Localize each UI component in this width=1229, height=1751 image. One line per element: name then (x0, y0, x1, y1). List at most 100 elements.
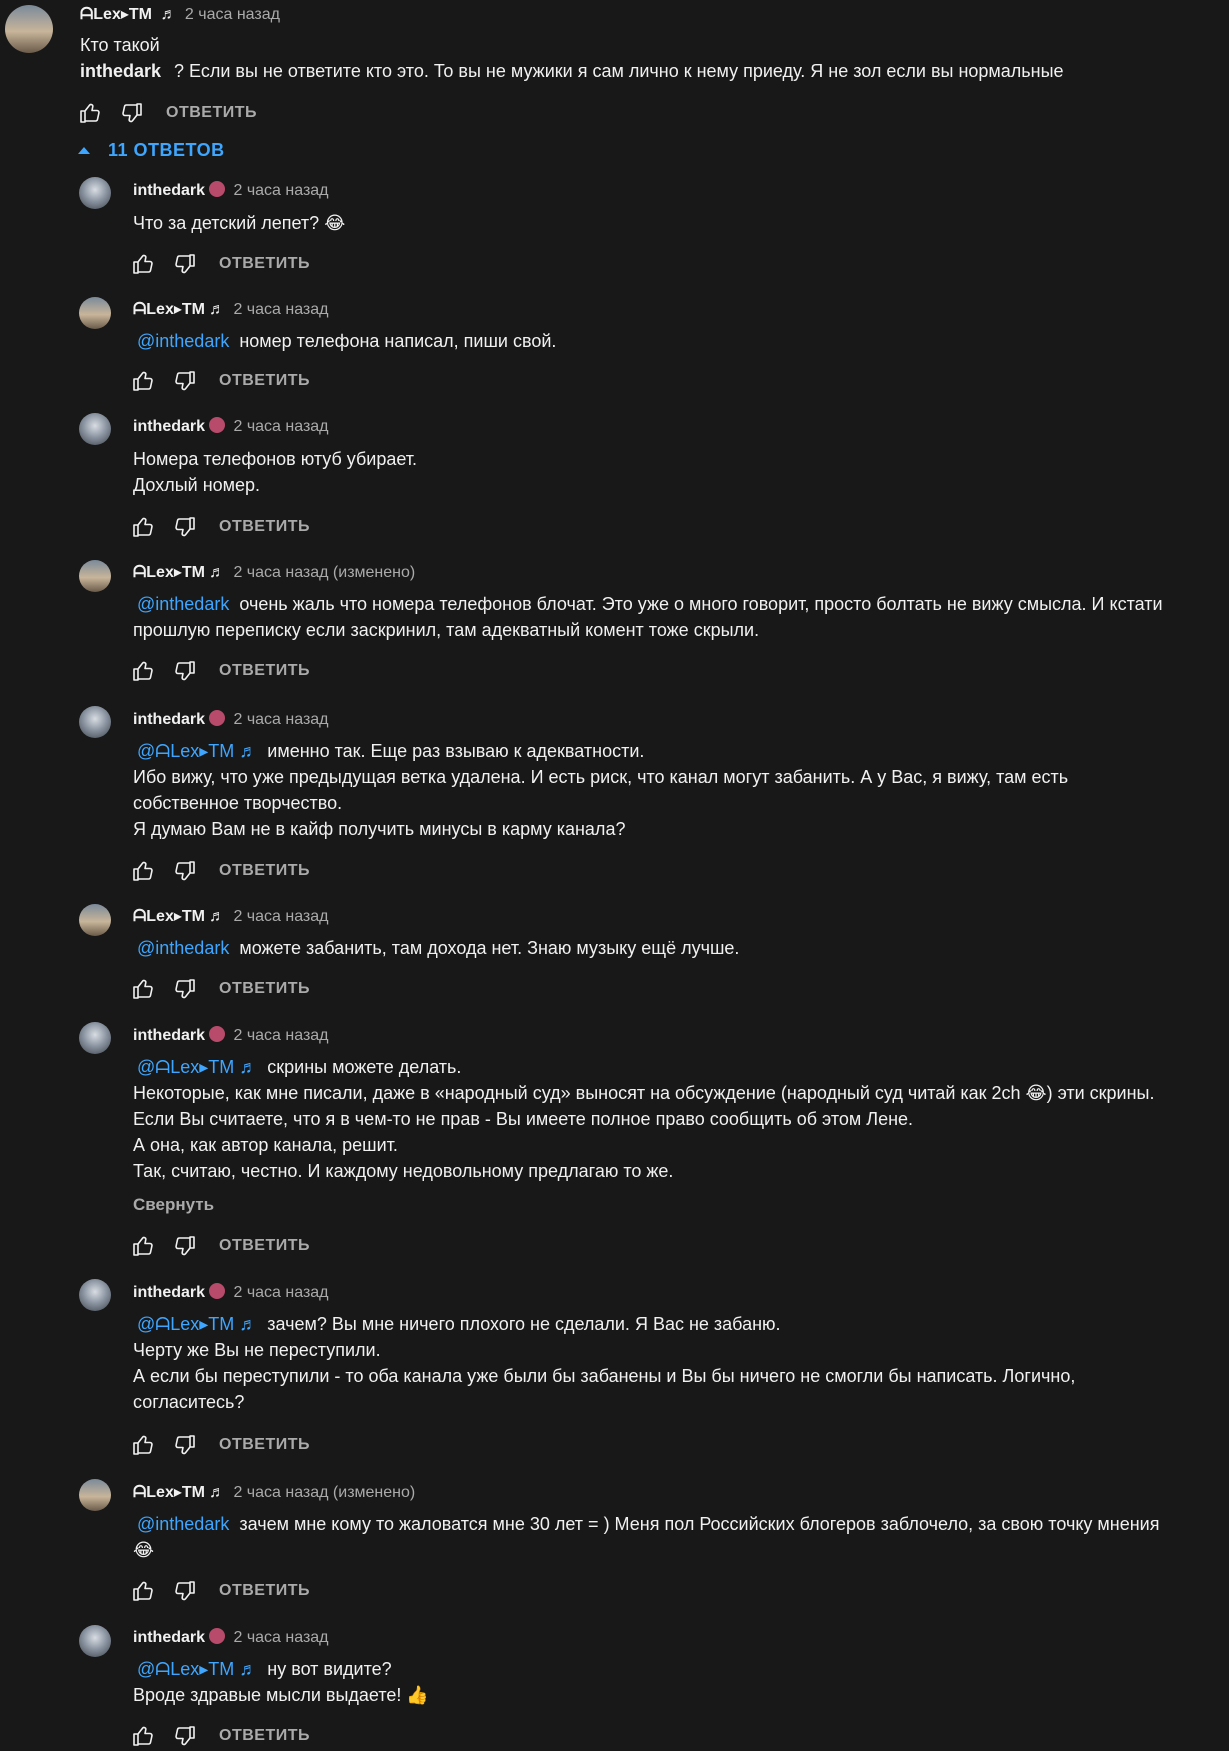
mention-link[interactable]: @ᗩLex▸TM ♬ (137, 741, 257, 761)
thumbs-down-icon[interactable] (173, 1579, 197, 1603)
mention-link[interactable]: @inthedark (137, 1514, 229, 1534)
reply-author[interactable]: ᗩLex▸TM (133, 564, 205, 581)
reply-button[interactable]: ОТВЕТИТЬ (219, 980, 310, 998)
flower-badge-icon (209, 417, 226, 433)
replies-toggle[interactable]: 11 ОТВЕТОВ (78, 140, 225, 161)
comment-time[interactable]: 2 часа назад (185, 6, 280, 23)
reply-time[interactable]: 2 часа назад (233, 301, 328, 318)
mention-link[interactable]: @inthedark (137, 938, 229, 958)
thumbs-up-icon[interactable] (131, 515, 155, 539)
mention-link[interactable]: @inthedark (137, 331, 229, 351)
reply-text: @inthedark очень жаль что номера телефоно… (133, 591, 1163, 643)
reply-line: Так, считаю, честно. И каждому недовольн… (133, 1161, 674, 1181)
mention-link[interactable]: @ᗩLex▸TM ♬ (137, 1057, 257, 1077)
reply-time[interactable]: 2 часа назад (233, 1629, 328, 1646)
reply-line: очень жаль что номера телефонов блочат. … (239, 594, 1163, 614)
reply-text: @ᗩLex▸TM ♬ ну вот видите? Вроде здравые м… (133, 1656, 429, 1708)
mention-link[interactable]: @inthedark (137, 594, 229, 614)
mention-link[interactable]: inthedark (80, 61, 161, 81)
thumbs-down-icon[interactable] (173, 1433, 197, 1457)
reply-time[interactable]: 2 часа назад (изменено) (233, 1484, 415, 1501)
reply-line: Некоторые, как мне писали, даже в «народ… (133, 1083, 1155, 1103)
reply-line: Вроде здравые мысли выдаете! 👍 (133, 1685, 429, 1705)
reply-button[interactable]: ОТВЕТИТЬ (219, 1582, 310, 1600)
reply-actions: ОТВЕТИТЬ (131, 656, 310, 686)
thumbs-down-icon[interactable] (173, 1234, 197, 1258)
comment-actions: ОТВЕТИТЬ (78, 98, 257, 128)
reply-author[interactable]: inthedark (133, 182, 205, 199)
comment-author[interactable]: ᗩLex▸TM (80, 6, 152, 23)
avatar[interactable] (79, 297, 111, 329)
thumbs-down-icon[interactable] (173, 515, 197, 539)
reply-line: согласитесь? (133, 1392, 245, 1412)
thumbs-up-icon[interactable] (131, 1724, 155, 1748)
reply-button[interactable]: ОТВЕТИТЬ (219, 862, 310, 880)
reply-line: А она, как автор канала, решит. (133, 1135, 398, 1155)
thumbs-up-icon[interactable] (131, 859, 155, 883)
reply-button[interactable]: ОТВЕТИТЬ (219, 1436, 310, 1454)
collapse-link[interactable]: Свернуть (133, 1195, 214, 1215)
reply-line: номер телефона написал, пиши свой. (239, 331, 557, 351)
reply-time[interactable]: 2 часа назад (233, 1027, 328, 1044)
thumbs-down-icon[interactable] (173, 252, 197, 276)
thumbs-down-icon[interactable] (173, 859, 197, 883)
reply-author[interactable]: inthedark (133, 1027, 205, 1044)
reply-text: @ᗩLex▸TM ♬ именно так. Еще раз взываю к а… (133, 738, 1068, 842)
reply-text: @inthedark можете забанить, там дохода не… (133, 935, 739, 961)
reply-time[interactable]: 2 часа назад (233, 1284, 328, 1301)
reply-author[interactable]: inthedark (133, 1284, 205, 1301)
reply-button[interactable]: ОТВЕТИТЬ (219, 1237, 310, 1255)
thumbs-up-icon[interactable] (131, 369, 155, 393)
avatar[interactable] (79, 706, 111, 738)
avatar[interactable] (79, 1279, 111, 1311)
comment-text: Кто такой inthedark ? Если вы не ответит… (80, 32, 1064, 84)
mention-link[interactable]: @ᗩLex▸TM ♬ (137, 1659, 257, 1679)
reply-actions: ОТВЕТИТЬ (131, 856, 310, 886)
thumbs-down-icon[interactable] (173, 659, 197, 683)
chevron-up-icon (78, 147, 90, 154)
reply-time[interactable]: 2 часа назад (233, 711, 328, 728)
reply-button[interactable]: ОТВЕТИТЬ (219, 518, 310, 536)
avatar[interactable] (79, 904, 111, 936)
flower-badge-icon (209, 1283, 226, 1299)
avatar[interactable] (5, 5, 53, 53)
reply-time[interactable]: 2 часа назад (изменено) (233, 564, 415, 581)
reply-time[interactable]: 2 часа назад (233, 182, 328, 199)
thumbs-up-icon[interactable] (131, 1579, 155, 1603)
thumbs-down-icon[interactable] (173, 1724, 197, 1748)
reply-actions: ОТВЕТИТЬ (131, 974, 310, 1004)
reply-time[interactable]: 2 часа назад (233, 418, 328, 435)
thumbs-down-icon[interactable] (173, 369, 197, 393)
thumbs-down-icon[interactable] (120, 101, 144, 125)
reply-button[interactable]: ОТВЕТИТЬ (219, 662, 310, 680)
avatar[interactable] (79, 1625, 111, 1657)
avatar[interactable] (79, 1479, 111, 1511)
reply-button[interactable]: ОТВЕТИТЬ (219, 1727, 310, 1745)
reply-button[interactable]: ОТВЕТИТЬ (219, 372, 310, 390)
reply-author[interactable]: inthedark (133, 711, 205, 728)
reply-author[interactable]: ᗩLex▸TM (133, 1484, 205, 1501)
thumbs-up-icon[interactable] (131, 659, 155, 683)
thumbs-up-icon[interactable] (131, 1433, 155, 1457)
reply-line: Номера телефонов ютуб убирает. (133, 449, 418, 469)
reply-author[interactable]: ᗩLex▸TM (133, 301, 205, 318)
reply-author[interactable]: inthedark (133, 1629, 205, 1646)
avatar[interactable] (79, 560, 111, 592)
thumbs-up-icon[interactable] (131, 252, 155, 276)
reply-author[interactable]: inthedark (133, 418, 205, 435)
mention-link[interactable]: @ᗩLex▸TM ♬ (137, 1314, 257, 1334)
reply-button[interactable]: ОТВЕТИТЬ (166, 104, 257, 122)
avatar[interactable] (79, 1022, 111, 1054)
thumbs-up-icon[interactable] (131, 977, 155, 1001)
avatar[interactable] (79, 413, 111, 445)
avatar[interactable] (79, 177, 111, 209)
reply-author[interactable]: ᗩLex▸TM (133, 908, 205, 925)
thumbs-up-icon[interactable] (131, 1234, 155, 1258)
reply-line: зачем мне кому то жаловатся мне 30 лет =… (239, 1514, 1160, 1534)
reply-button[interactable]: ОТВЕТИТЬ (219, 255, 310, 273)
thumbs-up-icon[interactable] (78, 101, 102, 125)
reply-meta: ᗩLex▸TM ♬ 2 часа назад (133, 907, 328, 927)
reply-time[interactable]: 2 часа назад (233, 908, 328, 925)
reply-actions: ОТВЕТИТЬ (131, 1430, 310, 1460)
thumbs-down-icon[interactable] (173, 977, 197, 1001)
